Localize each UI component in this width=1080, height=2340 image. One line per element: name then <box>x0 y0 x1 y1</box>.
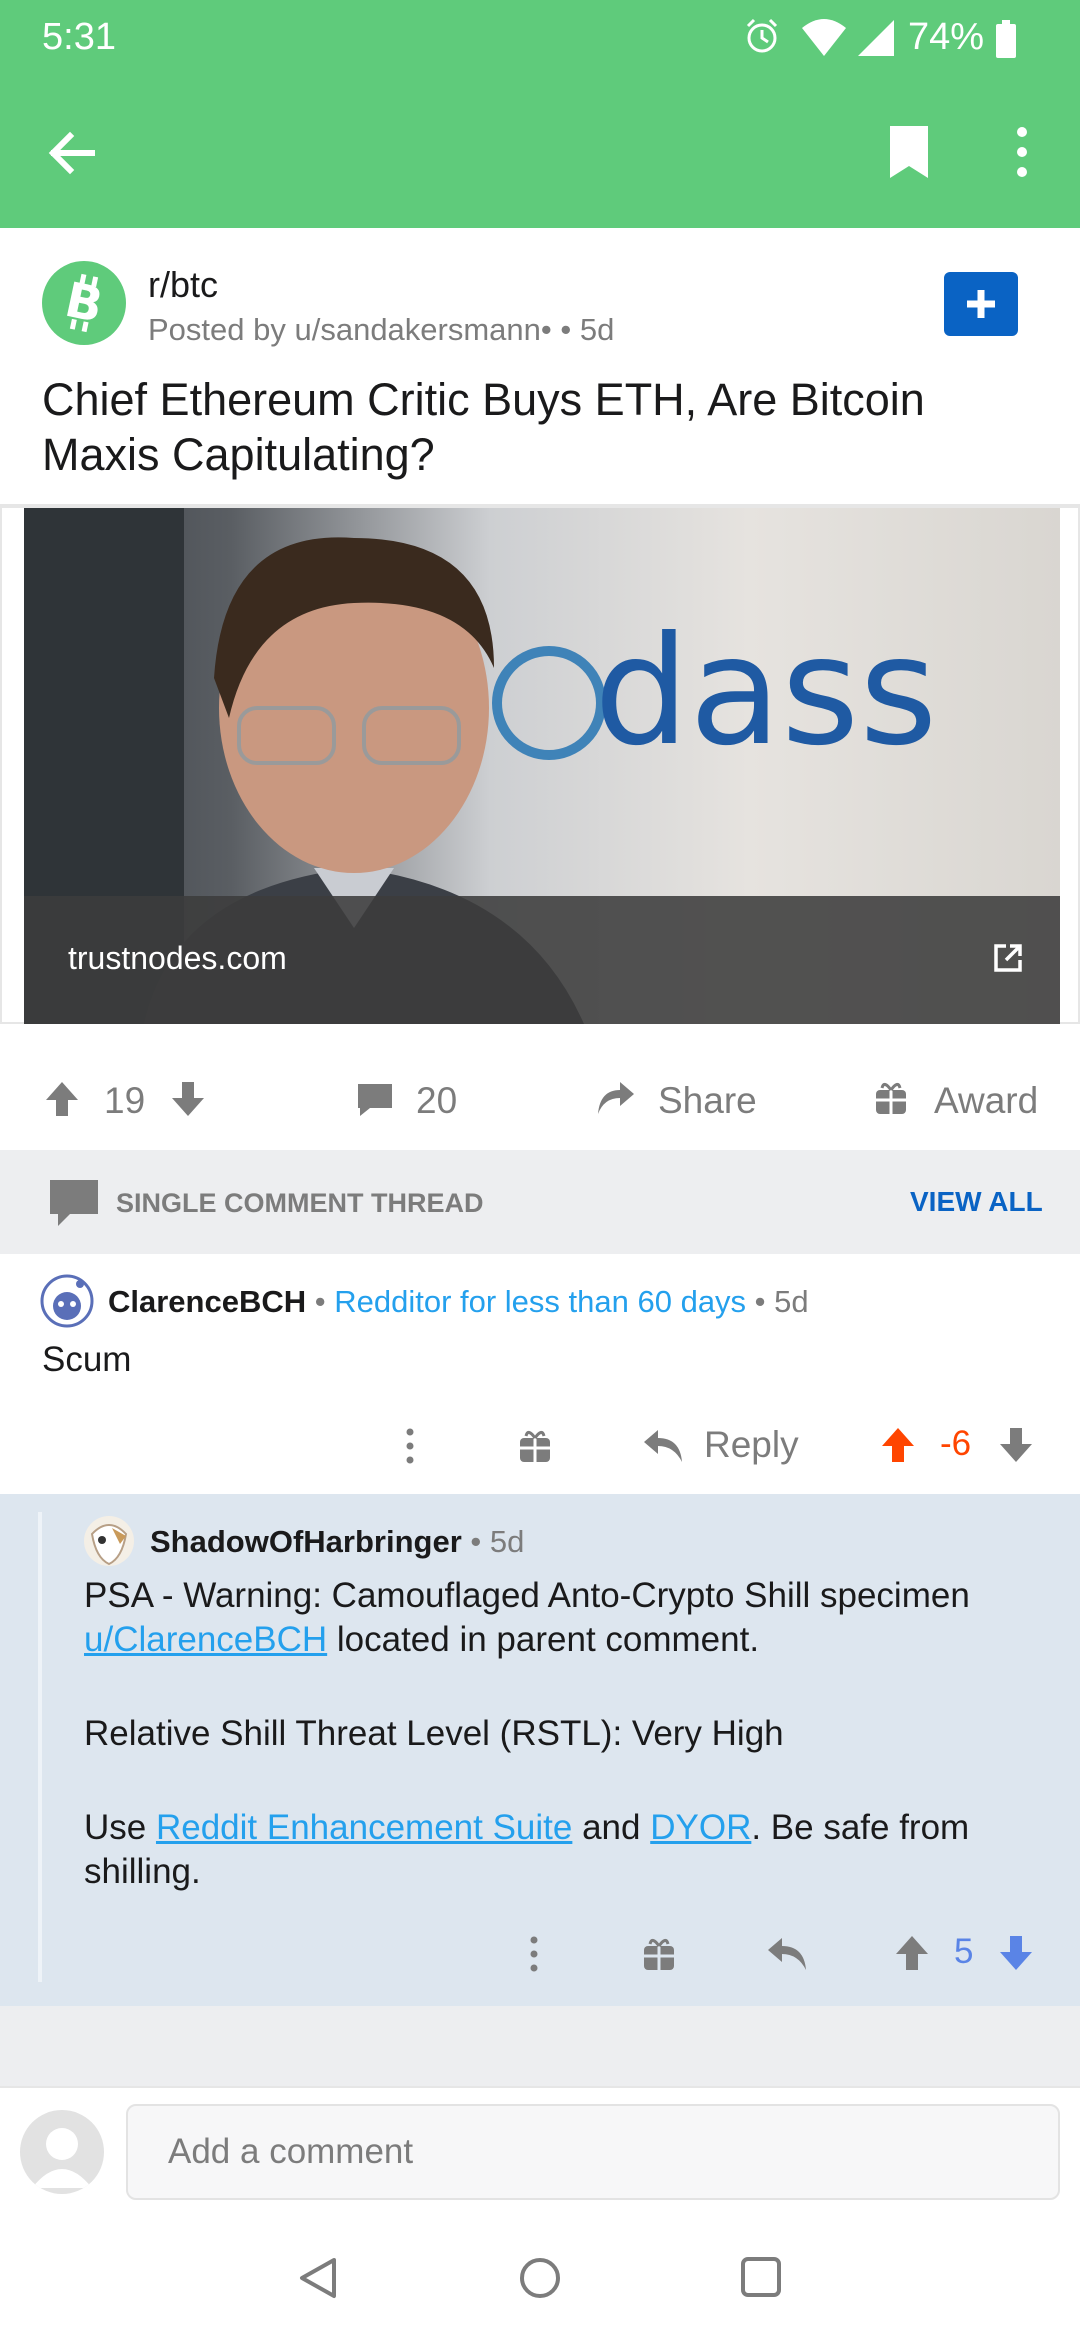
post-header: B r/btc Posted by u/sandakersmann• • 5d … <box>0 228 1080 506</box>
comment-reply: ShadowOfHarbringer • 5d PSA - Warning: C… <box>0 1494 1080 2006</box>
gift-icon[interactable] <box>874 1080 908 1116</box>
comment-age: 5d <box>489 1524 525 1559</box>
reply-icon[interactable] <box>642 1428 684 1464</box>
add-comment-input[interactable] <box>126 2104 1060 2200</box>
nav-recents-icon[interactable] <box>740 2256 782 2298</box>
alarm-icon <box>742 16 782 56</box>
signal-icon <box>856 18 896 58</box>
view-all-link[interactable]: VIEW ALL <box>910 1186 1043 1218</box>
upvote-icon[interactable] <box>894 1934 930 1972</box>
back-arrow-icon[interactable] <box>44 126 98 180</box>
more-options-icon[interactable] <box>522 1934 546 1974</box>
sign-text: dass <box>594 605 937 779</box>
comment-paragraph: Relative Shill Threat Level (RSTL): Very… <box>84 1714 784 1753</box>
plus-icon <box>961 284 1001 324</box>
more-options-icon[interactable] <box>398 1426 422 1466</box>
single-thread-bar: SINGLE COMMENT THREAD VIEW ALL <box>0 1150 1080 1254</box>
dyor-link[interactable]: DYOR <box>650 1808 751 1847</box>
paragraph-text: Use <box>84 1808 156 1847</box>
comment-bubble-icon <box>48 1178 100 1228</box>
external-link-icon <box>992 942 1024 974</box>
gift-icon[interactable] <box>642 1936 676 1972</box>
comment-body: Scum <box>42 1340 132 1379</box>
meta-separator: • <box>306 1284 335 1319</box>
system-nav-bar <box>0 2216 1080 2340</box>
comment-score: 5 <box>954 1932 974 1971</box>
link-domain: trustnodes.com <box>68 940 287 976</box>
more-vertical-icon[interactable] <box>1010 124 1034 180</box>
comment-count[interactable]: 20 <box>416 1080 457 1122</box>
meta-separator: • <box>461 1524 490 1559</box>
meta-separator: • <box>746 1284 775 1319</box>
subreddit-avatar[interactable]: B <box>42 261 126 345</box>
snoo-avatar-icon[interactable] <box>40 1274 94 1328</box>
post-score: 19 <box>104 1080 146 1121</box>
post-link-preview[interactable]: dass trustnodes.com <box>0 506 1080 1024</box>
reply-icon[interactable] <box>766 1936 808 1972</box>
status-time: 5:31 <box>42 16 116 58</box>
nav-home-icon[interactable] <box>518 2256 562 2300</box>
award-button[interactable]: Award <box>934 1080 1038 1122</box>
reply-button[interactable]: Reply <box>704 1424 799 1466</box>
downvote-icon[interactable] <box>998 1426 1034 1464</box>
comment-meta: ClarenceBCH • Redditor for less than 60 … <box>108 1284 809 1320</box>
downvote-icon[interactable] <box>998 1934 1034 1972</box>
subreddit-name[interactable]: r/btc <box>148 264 218 306</box>
paragraph-text: and <box>572 1808 651 1847</box>
battery-icon <box>996 20 1016 58</box>
user-avatar[interactable] <box>82 1514 136 1568</box>
user-mention-link[interactable]: u/ClarenceBCH <box>84 1620 327 1659</box>
comment-score: -6 <box>940 1424 972 1463</box>
thread-indent-line[interactable] <box>38 1512 42 1982</box>
current-user-avatar[interactable] <box>20 2110 104 2194</box>
downvote-icon[interactable] <box>170 1080 206 1118</box>
battery-percent: 74% <box>908 16 985 58</box>
res-link[interactable]: Reddit Enhancement Suite <box>156 1808 572 1847</box>
upvote-icon[interactable] <box>880 1426 916 1464</box>
comment-author[interactable]: ShadowOfHarbringer <box>150 1524 462 1559</box>
share-icon[interactable] <box>596 1080 636 1116</box>
paragraph-text: located in parent comment. <box>327 1620 760 1659</box>
post-author[interactable]: Posted by u/sandakersmann• <box>148 312 552 347</box>
post-meta: Posted by u/sandakersmann• • 5d <box>148 312 614 348</box>
wifi-icon <box>800 18 848 58</box>
upvote-icon[interactable] <box>44 1080 80 1118</box>
app-bar <box>0 78 1080 228</box>
user-flair: Redditor for less than 60 days <box>334 1284 747 1319</box>
post-actions: 19 20 Share Award <box>0 1024 1080 1150</box>
status-bar: 5:31 74% <box>0 0 1080 78</box>
join-button[interactable] <box>944 272 1018 336</box>
post-title: Chief Ethereum Critic Buys ETH, Are Bitc… <box>42 374 925 480</box>
comment-paragraph: PSA - Warning: Camouflaged Anto-Crypto S… <box>84 1574 1054 1662</box>
gift-icon[interactable] <box>518 1428 552 1464</box>
comment: ClarenceBCH • Redditor for less than 60 … <box>0 1254 1080 1494</box>
comment-icon[interactable] <box>356 1082 394 1118</box>
share-button[interactable]: Share <box>658 1080 757 1122</box>
comment-paragraph: Use Reddit Enhancement Suite and DYOR. B… <box>84 1806 1054 1894</box>
nav-back-icon[interactable] <box>298 2256 338 2300</box>
comment-author[interactable]: ClarenceBCH <box>108 1284 306 1319</box>
bookmark-icon[interactable] <box>888 124 930 180</box>
post-age: • 5d <box>560 312 615 347</box>
thread-label: SINGLE COMMENT THREAD <box>116 1188 484 1218</box>
paragraph-text: PSA - Warning: Camouflaged Anto-Crypto S… <box>84 1576 970 1615</box>
content-gap <box>0 2006 1080 2086</box>
comment-meta: ShadowOfHarbringer • 5d <box>150 1524 524 1560</box>
comment-body: PSA - Warning: Camouflaged Anto-Crypto S… <box>84 1574 1054 1944</box>
add-comment-bar <box>0 2086 1080 2216</box>
comment-age: 5d <box>774 1284 809 1319</box>
link-overlay[interactable]: trustnodes.com <box>24 896 1060 1024</box>
